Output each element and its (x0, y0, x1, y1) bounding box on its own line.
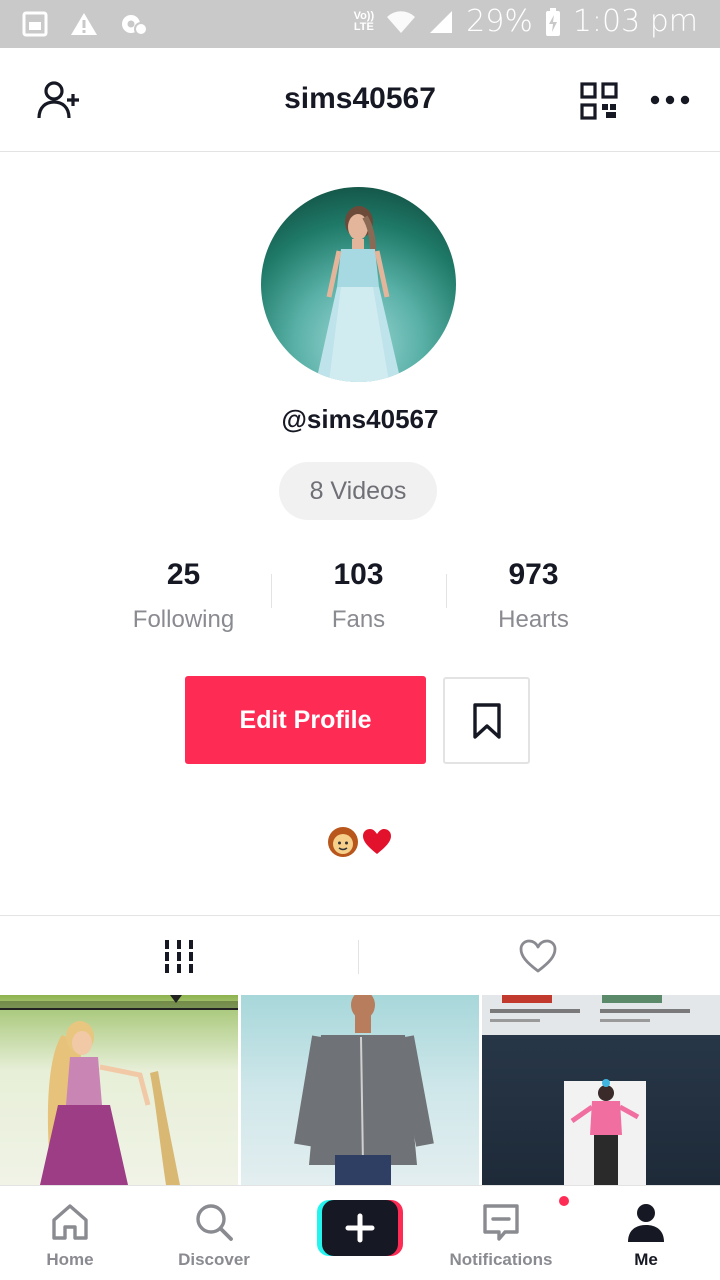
status-bar: Vo)) LTE 29% 1:03 pm (0, 0, 720, 48)
status-left-icons (22, 10, 148, 38)
stat-value: 973 (508, 558, 559, 591)
stat-divider (446, 574, 447, 608)
search-icon (196, 1204, 233, 1241)
video-thumbnail[interactable] (482, 995, 720, 1185)
profile-handle: @sims40567 (281, 404, 439, 434)
signal-icon (430, 10, 453, 33)
heart-icon (519, 939, 557, 973)
profile-header: sims40567 (0, 48, 720, 152)
video-grid (0, 995, 720, 1185)
stat-fans[interactable]: 103 Fans (271, 552, 446, 642)
stat-label: Following (132, 606, 235, 633)
nav-me[interactable]: Me (576, 1200, 716, 1270)
volte-indicator: Vo)) LTE (353, 9, 375, 33)
nav-label: Notifications (449, 1250, 553, 1269)
avatar[interactable] (261, 187, 456, 382)
warning-icon (71, 13, 97, 35)
profile-stats: 25 Following 103 Fans 973 Hearts (96, 552, 621, 642)
edit-profile-button[interactable]: Edit Profile (185, 676, 426, 764)
battery-percent: 29% (466, 4, 533, 39)
notification-dot (557, 1194, 571, 1208)
nav-discover[interactable]: Discover (144, 1200, 284, 1270)
tab-videos[interactable] (0, 916, 358, 996)
qr-code-icon[interactable] (580, 82, 618, 120)
create-video-button[interactable] (317, 1200, 403, 1256)
volte-line-2: LTE (353, 20, 374, 33)
videos-count-badge[interactable]: 8 Videos (279, 462, 437, 520)
stat-divider (271, 574, 272, 608)
notifications-icon-wrap (479, 1194, 571, 1244)
volte-line-1: Vo)) (353, 9, 375, 22)
gallery-icon (22, 11, 48, 37)
thumbnail-image (482, 995, 720, 1185)
bookmark-icon (472, 702, 501, 739)
profile-bio (0, 826, 720, 858)
woman-emoji-icon (328, 827, 358, 857)
stat-following[interactable]: 25 Following (96, 552, 271, 642)
favorites-button[interactable] (443, 677, 530, 764)
clock: 1:03 pm (572, 4, 698, 39)
content-tabs (0, 915, 720, 995)
more-options-icon[interactable] (650, 92, 690, 108)
grid-icon (165, 940, 193, 973)
battery-charging-icon (545, 7, 560, 36)
stat-label: Fans (331, 606, 386, 633)
stat-value: 25 (166, 558, 201, 591)
avatar-figure (316, 206, 401, 382)
nav-notifications[interactable]: Notifications (431, 1194, 571, 1270)
stat-hearts[interactable]: 973 Hearts (446, 552, 621, 642)
bottom-navigation: Home Discover Notifications Me (0, 1185, 720, 1280)
video-thumbnail[interactable] (241, 995, 479, 1185)
nav-label: Discover (178, 1250, 250, 1269)
settings-notification-icon (122, 15, 148, 36)
plus-icon (317, 1200, 403, 1256)
inbox-icon (483, 1204, 519, 1241)
home-icon (52, 1204, 88, 1240)
thumbnail-image (294, 995, 434, 1185)
wifi-icon (387, 10, 416, 33)
stat-label: Hearts (498, 606, 569, 633)
status-right-icons: Vo)) LTE 29% 1:03 pm (354, 4, 698, 39)
nav-label: Home (46, 1250, 94, 1269)
profile-icon (628, 1204, 664, 1242)
red-heart-icon (363, 829, 391, 854)
video-thumbnail[interactable] (0, 995, 238, 1185)
tab-liked[interactable] (359, 916, 717, 996)
nav-home[interactable]: Home (0, 1200, 140, 1270)
nav-label: Me (634, 1250, 658, 1269)
stat-value: 103 (333, 558, 384, 591)
thumbnail-image (0, 995, 238, 1185)
